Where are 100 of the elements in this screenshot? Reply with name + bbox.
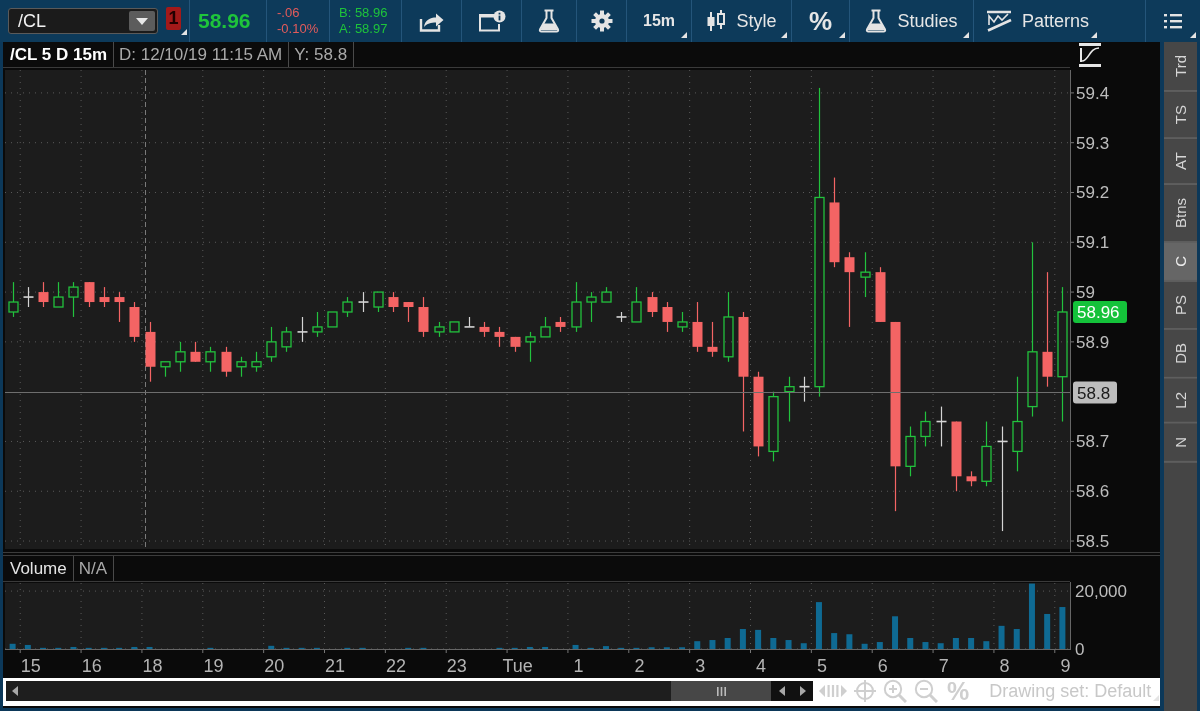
price-axis-label: 59.3 — [1076, 133, 1110, 153]
candle — [84, 281, 95, 308]
grip-icon — [716, 686, 726, 696]
time-axis-label: 2 — [634, 656, 645, 676]
candle — [707, 321, 718, 358]
studies-button[interactable]: Studies — [850, 0, 973, 42]
price-axis-label: 58.5 — [1076, 532, 1110, 552]
candle — [510, 336, 521, 353]
time-axis-label: 15 — [20, 656, 41, 676]
style-button[interactable]: Style — [692, 0, 791, 42]
volume-bar — [1028, 583, 1035, 649]
volume-bar — [755, 629, 762, 649]
caret-down-icon — [136, 17, 148, 25]
side-tab[interactable]: DB — [1164, 330, 1197, 379]
candle — [920, 410, 931, 448]
candle — [951, 420, 962, 492]
price-axis-label: 59.4 — [1076, 83, 1110, 103]
time-axis-label: 16 — [81, 656, 102, 676]
volume-bar — [907, 638, 914, 649]
cursor-value: Y: 58.8 — [289, 42, 355, 67]
cursor-price-badge: 58.8 — [1073, 381, 1117, 404]
candle — [723, 291, 734, 363]
auto-scale-button[interactable] — [1078, 42, 1102, 68]
candle — [145, 321, 156, 383]
time-axis-label: Tue — [502, 656, 533, 676]
candle — [373, 291, 384, 313]
time-axis-label: 9 — [1060, 656, 1071, 676]
last-price-badge: 58.96 — [1073, 301, 1127, 323]
volume-bar — [815, 602, 822, 649]
volume-bar — [526, 646, 533, 649]
info-window-icon — [477, 10, 506, 32]
time-axis-label: 6 — [877, 656, 888, 676]
volume-bar — [1059, 607, 1066, 649]
scroll-thumb[interactable] — [671, 681, 771, 701]
candle — [981, 420, 992, 487]
dropdown-button[interactable] — [129, 11, 155, 31]
volume-bar — [952, 638, 959, 649]
candle — [768, 391, 779, 462]
symbol-field[interactable]: /CL — [8, 8, 158, 34]
candle — [205, 346, 216, 373]
time-axis-label: 4 — [756, 656, 767, 676]
time-axis-label: 18 — [142, 656, 163, 676]
scale-curve-icon — [1078, 42, 1102, 68]
candle — [571, 281, 582, 333]
interval-button[interactable]: 15m — [627, 0, 691, 42]
volume-bar — [146, 646, 153, 649]
volume-bar — [709, 640, 716, 649]
price-axis-label: 59.1 — [1076, 233, 1110, 253]
list-icon — [1164, 13, 1182, 29]
patterns-button[interactable]: Patterns — [974, 0, 1101, 42]
side-tab[interactable]: C — [1164, 243, 1197, 283]
candle — [616, 311, 627, 323]
time-axis-label: 5 — [816, 656, 827, 676]
flask-icon — [865, 9, 888, 33]
net-change: -.06 — [277, 5, 301, 21]
volume-bar — [724, 638, 731, 649]
candle — [966, 470, 977, 487]
candle — [540, 316, 551, 338]
percent-button[interactable]: % — [792, 0, 849, 42]
volume-bar — [70, 646, 77, 649]
side-tab[interactable]: L2 — [1164, 378, 1197, 424]
time-axis-label: 7 — [938, 656, 949, 676]
volume-bar — [572, 644, 579, 649]
time-axis-label: 3 — [695, 656, 706, 676]
volume-axis-label: 0 — [1075, 640, 1085, 659]
time-axis-label: 21 — [325, 656, 346, 676]
price-axis-label: 59 — [1076, 283, 1095, 303]
candle — [601, 286, 612, 303]
candle — [251, 351, 262, 373]
candle — [677, 311, 688, 333]
volume-bar — [9, 643, 16, 649]
price-axis-label: 58.7 — [1076, 432, 1110, 452]
price-axis-label: 58.6 — [1076, 482, 1110, 502]
chart-title: /CL 5 D 15m — [5, 42, 114, 67]
candle — [692, 301, 703, 353]
price-axis-label: 59.2 — [1076, 183, 1110, 203]
candle — [38, 281, 49, 308]
time-axis-label: 22 — [385, 656, 406, 676]
left-arrow-icon — [778, 686, 785, 696]
price-axis-label: 58.9 — [1076, 332, 1110, 352]
horizontal-scrollbar[interactable] — [6, 681, 813, 701]
candle — [99, 286, 110, 308]
ask-price: A: 58.97 — [339, 21, 389, 37]
volume-bar — [861, 643, 868, 649]
volume-value: N/A — [73, 556, 115, 581]
candle — [190, 341, 201, 363]
volume-bar — [922, 642, 929, 649]
candle — [53, 281, 64, 308]
candle — [494, 326, 505, 348]
candle — [327, 311, 338, 328]
candle — [662, 301, 673, 333]
volume-bar — [846, 634, 853, 649]
candle — [647, 291, 658, 318]
candle — [281, 326, 292, 353]
candle — [449, 321, 460, 333]
candlestick-icon — [706, 9, 727, 33]
corner-triangle-icon — [1153, 695, 1160, 701]
gear-icon — [590, 10, 613, 32]
volume-bar — [131, 646, 138, 649]
time-axis-label: 19 — [203, 656, 224, 676]
